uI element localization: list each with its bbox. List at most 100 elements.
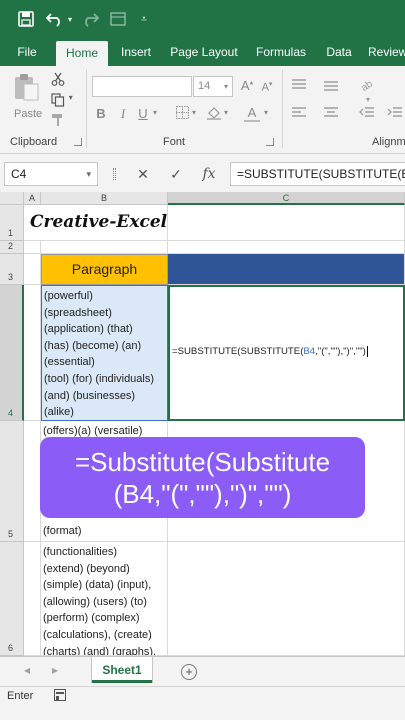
cell-reference-b4: B4 <box>303 346 316 357</box>
shrink-font-button[interactable]: A▾ <box>259 80 275 94</box>
macro-recording-icon[interactable] <box>54 689 66 701</box>
svg-text:ab: ab <box>359 78 375 92</box>
orientation-icon[interactable]: ab ▾ <box>356 76 380 110</box>
tab-file[interactable]: File <box>8 38 46 66</box>
underline-button[interactable]: U <box>136 106 150 121</box>
align-left-icon[interactable] <box>290 106 308 123</box>
font-color-dropdown-icon[interactable]: ▾ <box>262 108 270 117</box>
cell-a5[interactable] <box>24 421 41 542</box>
ribbon: Paste ▾ Clipboard 14 ▾ A▴ A▾ B I U ▾ ▾ ▾… <box>0 66 405 154</box>
name-box-dropdown-icon[interactable]: ▾ <box>86 163 91 185</box>
tab-data[interactable]: Data <box>320 38 358 66</box>
format-painter-icon[interactable] <box>50 113 66 130</box>
cell-c2[interactable] <box>168 241 405 254</box>
cell-c4-formula: =SUBSTITUTE(SUBSTITUTE(B4,"(",""),")",""… <box>172 346 368 357</box>
form-icon[interactable] <box>108 9 128 29</box>
alignment-group-label: Alignm <box>372 136 405 148</box>
cell-a3[interactable] <box>24 254 41 285</box>
fill-color-dropdown-icon[interactable]: ▾ <box>222 108 230 117</box>
paste-button[interactable]: Paste <box>8 70 44 126</box>
row-header-3[interactable]: 3 <box>0 254 24 285</box>
row-header-1[interactable]: 1 <box>0 205 24 241</box>
sheet-prev-icon[interactable]: ◂ <box>24 663 30 677</box>
font-color-button[interactable]: A <box>244 105 260 122</box>
borders-dropdown-icon[interactable]: ▾ <box>190 108 198 117</box>
sheet-tab-sheet1[interactable]: Sheet1 <box>92 657 152 683</box>
banner-line-1: =Substitute(Substitute <box>74 447 331 477</box>
tab-home[interactable]: Home <box>56 41 108 66</box>
select-all-button[interactable] <box>0 192 24 205</box>
formula-overlay-banner: =Substitute(Substitute (B4,"(",""),")","… <box>40 437 365 518</box>
paste-icon <box>15 74 39 101</box>
row-header-5[interactable]: 5 <box>0 421 24 542</box>
tab-review[interactable]: Review <box>368 38 405 66</box>
column-header-b[interactable]: B <box>41 192 168 205</box>
undo-dropdown-icon[interactable]: ▾ <box>66 9 74 29</box>
title-creative-excel: Creative-Excel <box>30 212 168 232</box>
status-mode: Enter <box>7 690 34 702</box>
save-icon[interactable] <box>16 9 36 29</box>
column-header-a[interactable]: A <box>24 192 41 205</box>
column-header-c[interactable]: C <box>168 192 405 205</box>
sheet-tab-bar: ◂ ▸ Sheet1 + <box>0 656 405 686</box>
ribbon-tabs: File Home Insert Page Layout Formulas Da… <box>0 38 405 66</box>
font-name-box[interactable] <box>92 76 192 97</box>
undo-icon[interactable] <box>44 9 66 29</box>
font-size-dropdown-icon: ▾ <box>223 82 228 91</box>
name-box[interactable]: C4 ▾ <box>4 162 98 186</box>
sheet-next-icon[interactable]: ▸ <box>52 663 58 677</box>
font-size-value: 14 <box>198 80 211 92</box>
row-header-2[interactable]: 2 <box>0 241 24 254</box>
underline-dropdown-icon[interactable]: ▾ <box>151 108 159 117</box>
customize-icon[interactable]: ⩡ <box>138 9 150 29</box>
clipboard-group-label: Clipboard <box>10 136 58 148</box>
grow-font-button[interactable]: A▴ <box>238 78 256 93</box>
paste-label: Paste <box>14 108 43 120</box>
status-bar: Enter <box>0 686 405 720</box>
tab-insert[interactable]: Insert <box>114 38 158 66</box>
font-group-label: Font <box>163 136 186 148</box>
text-cursor <box>366 346 368 357</box>
tab-formulas[interactable]: Formulas <box>252 38 310 66</box>
name-box-value: C4 <box>11 167 27 181</box>
cell-b6[interactable]: (functionalities) (extend) (beyond) (sim… <box>41 542 168 656</box>
ribbon-separator <box>86 70 87 148</box>
header-result[interactable] <box>168 254 405 285</box>
row-header-6[interactable]: 6 <box>0 542 24 656</box>
align-center-icon[interactable] <box>322 106 340 123</box>
cell-c6[interactable] <box>168 542 405 656</box>
insert-function-button[interactable]: fx <box>198 162 220 186</box>
cell-a6[interactable] <box>24 542 41 656</box>
worksheet-grid: A B C 1 2 3 4 5 6 Creative-Excel Paragra… <box>0 192 405 656</box>
redo-icon[interactable] <box>80 9 100 29</box>
cancel-button[interactable]: ✕ <box>132 162 154 186</box>
cell-a2[interactable] <box>24 241 41 254</box>
cell-c1[interactable] <box>168 205 405 241</box>
align-middle-icon[interactable] <box>322 78 340 95</box>
ribbon-separator <box>282 70 283 148</box>
cell-b4[interactable]: (powerful) (spreadsheet) (application) (… <box>41 285 168 421</box>
header-paragraph[interactable]: Paragraph <box>41 254 168 285</box>
font-size-box[interactable]: 14 ▾ <box>193 76 233 97</box>
copy-icon[interactable]: ▾ <box>50 93 74 110</box>
cell-a4[interactable] <box>24 285 41 421</box>
clipboard-launcher-icon[interactable] <box>74 138 82 146</box>
increase-indent-icon[interactable] <box>386 106 404 123</box>
italic-button[interactable]: I <box>116 106 130 122</box>
formula-input[interactable]: =SUBSTITUTE(SUBSTITUTE(B4, <box>230 162 405 186</box>
bold-button[interactable]: B <box>94 106 108 121</box>
fill-color-icon[interactable] <box>206 106 222 123</box>
banner-line-2: (B4,"(",""),")","") <box>113 479 292 509</box>
font-launcher-icon[interactable] <box>266 138 274 146</box>
quick-access-toolbar: ▾ ⩡ <box>0 0 405 38</box>
enter-button[interactable]: ✓ <box>165 162 187 186</box>
cell-b2[interactable] <box>41 241 168 254</box>
add-sheet-icon[interactable]: + <box>181 664 197 680</box>
formula-bar-grip[interactable] <box>113 168 116 180</box>
borders-icon[interactable] <box>174 106 190 122</box>
tab-page-layout[interactable]: Page Layout <box>166 38 242 66</box>
cut-icon[interactable] <box>50 72 66 89</box>
decrease-indent-icon[interactable] <box>358 106 376 123</box>
align-top-icon[interactable] <box>290 78 308 95</box>
row-header-4[interactable]: 4 <box>0 285 24 421</box>
